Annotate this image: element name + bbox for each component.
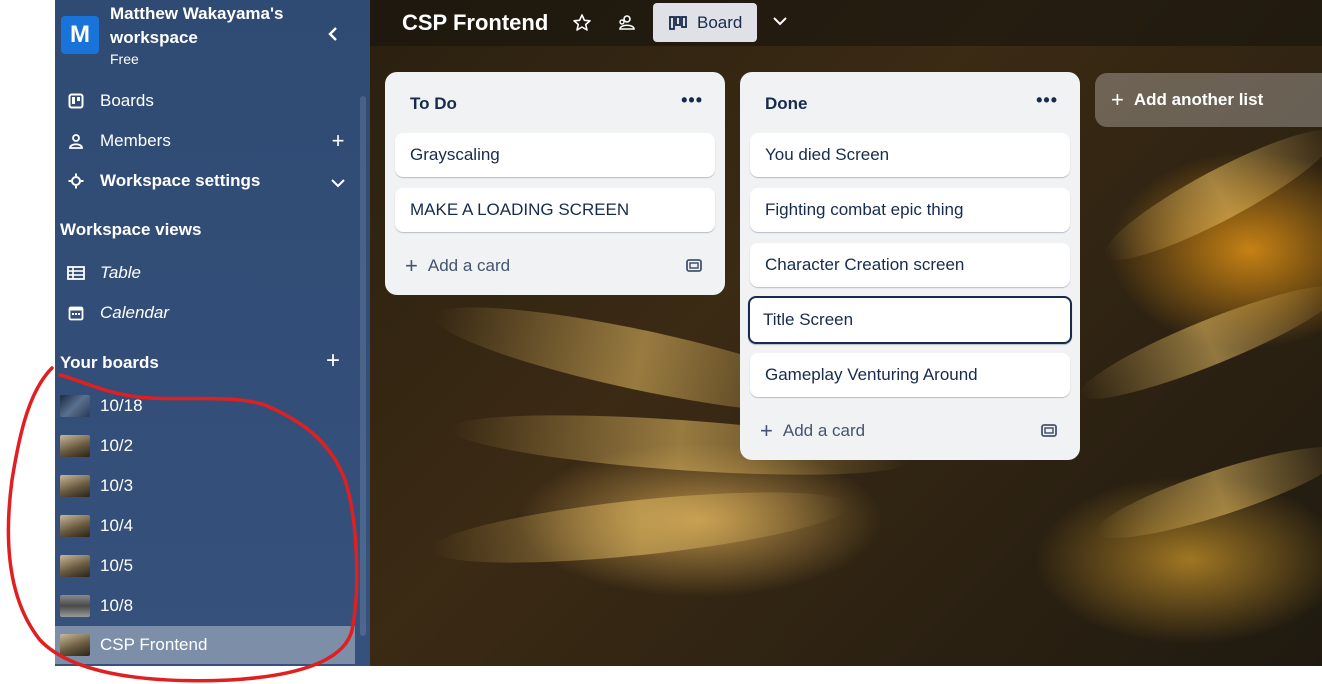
sidebar-board-item[interactable]: 10/2 [55, 428, 355, 464]
workspace-header: M Matthew Wakayama's workspace Free [55, 0, 370, 68]
card[interactable]: MAKE A LOADING SCREEN [395, 188, 715, 232]
list-title[interactable]: To Do [410, 94, 457, 114]
workspace-views-heading: Workspace views [60, 220, 202, 239]
sidebar-item-label: Members [100, 131, 171, 150]
board-thumbnail [60, 595, 90, 617]
workspace-name[interactable]: Matthew Wakayama's workspace [110, 2, 310, 50]
sidebar-item-workspace-settings[interactable]: Workspace settings [55, 163, 360, 199]
sidebar-item-boards[interactable]: Boards [55, 83, 360, 119]
bottom-margin [55, 666, 1322, 684]
sidebar-board-item[interactable]: 10/4 [55, 508, 355, 544]
add-card-button[interactable]: + Add a card [405, 251, 510, 281]
left-margin [0, 0, 55, 684]
board-label: 10/5 [100, 556, 134, 575]
collapse-sidebar-button[interactable] [320, 20, 346, 48]
your-boards-heading: Your boards [60, 353, 159, 372]
board-header: CSP Frontend Board [370, 0, 1322, 46]
board-thumbnail [60, 515, 90, 537]
card-template-icon[interactable] [685, 257, 703, 275]
add-member-plus-icon[interactable]: + [327, 128, 349, 154]
sidebar: M Matthew Wakayama's workspace Free Boar… [55, 0, 370, 666]
sidebar-board-item[interactable]: 10/8 [55, 588, 355, 624]
board-label: 10/2 [100, 436, 134, 455]
card[interactable]: Grayscaling [395, 133, 715, 177]
sidebar-item-label: Calendar [100, 303, 169, 322]
card-template-icon[interactable] [1040, 422, 1058, 440]
board-title[interactable]: CSP Frontend [402, 10, 548, 36]
board-view-button[interactable]: Board [653, 3, 757, 42]
sidebar-item-members[interactable]: Members + [55, 123, 360, 159]
board-canvas: CSP Frontend Board To Do ••• Grayscaling… [370, 0, 1322, 666]
sidebar-scrollbar[interactable] [360, 96, 366, 636]
workspace-plan: Free [110, 51, 139, 67]
chevron-left-icon [328, 27, 337, 41]
star-icon[interactable] [570, 11, 594, 35]
boards-icon [67, 92, 85, 110]
background-leaf [1071, 269, 1322, 416]
background-leaf [428, 478, 852, 577]
sidebar-item-label: Workspace settings [100, 171, 261, 190]
sidebar-board-item-active[interactable]: CSP Frontend [55, 626, 355, 664]
board-thumbnail [60, 435, 90, 457]
card[interactable]: Fighting combat epic thing [750, 188, 1070, 232]
sidebar-item-label: Boards [100, 91, 154, 110]
add-card-button[interactable]: + Add a card [760, 416, 865, 446]
sidebar-item-calendar[interactable]: Calendar [55, 295, 360, 331]
add-board-plus-icon[interactable]: + [326, 347, 340, 375]
sidebar-item-label: Table [100, 263, 141, 282]
card-selected[interactable]: Title Screen [748, 296, 1072, 344]
person-icon [67, 132, 85, 150]
list-done: Done ••• You died Screen Fighting combat… [740, 72, 1080, 460]
plus-icon: + [405, 253, 418, 278]
list-menu-icon[interactable]: ••• [681, 90, 703, 111]
card[interactable]: Gameplay Venturing Around [750, 353, 1070, 397]
board-label: 10/4 [100, 516, 134, 535]
board-thumbnail [60, 475, 90, 497]
board-label: 10/3 [100, 476, 134, 495]
add-list-label: Add another list [1133, 90, 1264, 109]
list-title[interactable]: Done [765, 94, 808, 114]
sidebar-board-item[interactable]: 10/5 [55, 548, 355, 584]
sidebar-item-table[interactable]: Table [55, 255, 360, 291]
chevron-down-icon[interactable] [327, 168, 349, 194]
plus-icon: + [760, 418, 773, 443]
card[interactable]: Character Creation screen [750, 243, 1070, 287]
add-card-label: Add a card [427, 256, 511, 275]
list-menu-icon[interactable]: ••• [1036, 90, 1058, 111]
chevron-down-icon[interactable] [770, 11, 794, 35]
background-leaf [1089, 430, 1322, 555]
list-todo: To Do ••• Grayscaling MAKE A LOADING SCR… [385, 72, 725, 295]
board-view-label: Board [697, 12, 743, 32]
add-card-label: Add a card [782, 421, 866, 440]
board-thumbnail [60, 555, 90, 577]
table-icon [67, 264, 85, 282]
board-view-icon [669, 15, 687, 30]
board-label: CSP Frontend [100, 635, 208, 654]
visibility-icon[interactable] [615, 11, 639, 35]
card[interactable]: You died Screen [750, 133, 1070, 177]
gear-icon [67, 172, 85, 190]
board-thumbnail [60, 634, 90, 656]
background-leaf [1093, 111, 1322, 279]
plus-icon: + [1111, 87, 1124, 112]
board-thumbnail [60, 395, 90, 417]
calendar-icon [67, 304, 85, 322]
board-label: 10/18 [100, 396, 143, 415]
sidebar-board-item[interactable]: 10/3 [55, 468, 355, 504]
sidebar-board-item[interactable]: 10/18 [55, 388, 355, 424]
board-label: 10/8 [100, 596, 134, 615]
workspace-avatar[interactable]: M [61, 16, 99, 54]
add-another-list-button[interactable]: + Add another list [1095, 73, 1322, 127]
